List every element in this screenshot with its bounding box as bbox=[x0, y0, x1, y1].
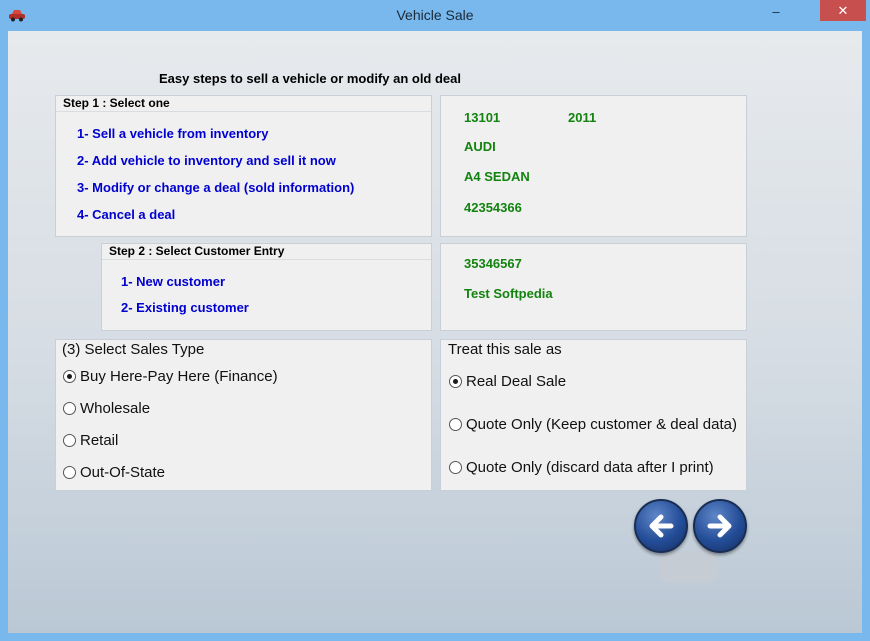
sales-type-out-of-state[interactable]: Out-Of-State bbox=[63, 464, 165, 481]
radio-label: Quote Only (discard data after I print) bbox=[466, 459, 714, 476]
sales-type-group: (3) Select Sales Type Buy Here-Pay Here … bbox=[55, 339, 432, 491]
radio-label: Wholesale bbox=[80, 400, 151, 417]
customer-info-panel: 35346567 Test Softpedia bbox=[440, 243, 747, 331]
arrow-left-icon bbox=[649, 514, 674, 538]
treat-sale-label: Treat this sale as bbox=[448, 341, 566, 358]
divider bbox=[56, 111, 431, 112]
next-button[interactable] bbox=[693, 499, 747, 553]
app-window: Vehicle Sale – ✕ Easy steps to sell a ve… bbox=[0, 0, 870, 641]
window-title: Vehicle Sale bbox=[396, 7, 474, 23]
treat-sale-real-deal[interactable]: Real Deal Sale bbox=[449, 373, 566, 390]
vehicle-model: A4 SEDAN bbox=[464, 169, 530, 184]
radio-label: Retail bbox=[80, 432, 119, 449]
step2-title: Step 2 : Select Customer Entry bbox=[109, 244, 285, 258]
divider bbox=[102, 259, 431, 260]
arrow-right-icon bbox=[707, 514, 732, 538]
page-heading: Easy steps to sell a vehicle or modify a… bbox=[159, 71, 461, 86]
treat-sale-group: Treat this sale as Real Deal Sale Quote … bbox=[440, 339, 747, 491]
step2-option-existing-customer[interactable]: 2- Existing customer bbox=[121, 300, 249, 315]
sales-type-retail[interactable]: Retail bbox=[63, 432, 118, 449]
radio-icon[interactable] bbox=[63, 466, 76, 479]
treat-sale-quote-keep[interactable]: Quote Only (Keep customer & deal data) bbox=[449, 416, 737, 433]
sales-type-wholesale[interactable]: Wholesale bbox=[63, 400, 150, 417]
back-button[interactable] bbox=[634, 499, 688, 553]
dialog-body: Easy steps to sell a vehicle or modify a… bbox=[8, 31, 862, 633]
vehicle-year: 2011 bbox=[568, 110, 597, 125]
treat-sale-quote-discard[interactable]: Quote Only (discard data after I print) bbox=[449, 459, 714, 476]
close-icon: ✕ bbox=[837, 2, 849, 18]
step1-option-cancel-deal[interactable]: 4- Cancel a deal bbox=[77, 207, 175, 222]
radio-label: Out-Of-State bbox=[80, 464, 166, 481]
radio-icon[interactable] bbox=[449, 418, 462, 431]
radio-label: Buy Here-Pay Here (Finance) bbox=[80, 368, 278, 385]
customer-name: Test Softpedia bbox=[464, 286, 553, 301]
radio-selected-icon[interactable] bbox=[449, 375, 462, 388]
sales-type-buy-here-pay-here[interactable]: Buy Here-Pay Here (Finance) bbox=[63, 368, 278, 385]
radio-icon[interactable] bbox=[63, 402, 76, 415]
step1-option-modify-deal[interactable]: 3- Modify or change a deal (sold informa… bbox=[77, 180, 354, 195]
step2-option-new-customer[interactable]: 1- New customer bbox=[121, 274, 225, 289]
radio-icon[interactable] bbox=[63, 434, 76, 447]
minimize-button[interactable]: – bbox=[765, 0, 787, 22]
step1-option-sell-inventory[interactable]: 1- Sell a vehicle from inventory bbox=[77, 126, 268, 141]
vehicle-info-panel: 13101 2011 AUDI A4 SEDAN 42354366 bbox=[440, 95, 747, 237]
customer-id: 35346567 bbox=[464, 256, 522, 271]
radio-icon[interactable] bbox=[449, 461, 462, 474]
sales-type-label: (3) Select Sales Type bbox=[62, 341, 209, 358]
step1-title: Step 1 : Select one bbox=[63, 96, 170, 110]
step1-option-add-and-sell[interactable]: 2- Add vehicle to inventory and sell it … bbox=[77, 153, 336, 168]
radio-selected-icon[interactable] bbox=[63, 370, 76, 383]
vehicle-vin: 42354366 bbox=[464, 200, 522, 215]
minimize-icon: – bbox=[772, 3, 780, 19]
step1-panel: Step 1 : Select one 1- Sell a vehicle fr… bbox=[55, 95, 432, 237]
nav-button-backdrop bbox=[660, 551, 718, 583]
vehicle-make: AUDI bbox=[464, 139, 496, 154]
title-bar[interactable]: Vehicle Sale – ✕ bbox=[0, 0, 870, 31]
stock-number: 13101 bbox=[464, 110, 501, 125]
close-button[interactable]: ✕ bbox=[820, 0, 866, 21]
radio-label: Quote Only (Keep customer & deal data) bbox=[466, 416, 737, 433]
step2-panel: Step 2 : Select Customer Entry 1- New cu… bbox=[101, 243, 432, 331]
radio-label: Real Deal Sale bbox=[466, 373, 567, 390]
